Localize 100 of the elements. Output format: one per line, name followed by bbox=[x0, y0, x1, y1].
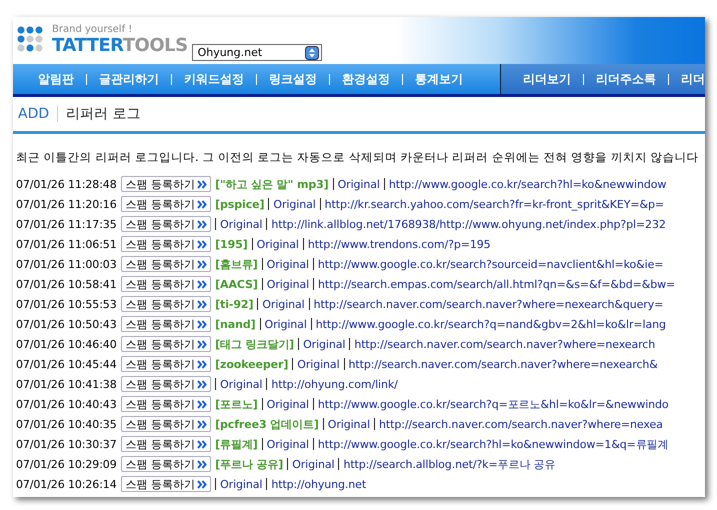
blog-select[interactable]: Ohyung.net bbox=[192, 44, 322, 61]
referrer-url-link[interactable]: http://www.trendons.com/?p=195 bbox=[308, 238, 491, 250]
spam-register-button[interactable]: 스팸 등록하기 bbox=[120, 396, 212, 412]
referrer-url-link[interactable]: http://kr.search.yahoo.com/search?fr=kr-front_sprit&KEY=&p= bbox=[324, 198, 664, 210]
original-link[interactable]: Original bbox=[292, 458, 334, 470]
referrer-url-link[interactable]: http://search.naver.com/search.naver?where=nexearch&query= bbox=[314, 298, 664, 310]
referrer-url-link[interactable]: http://search.naver.com/search.naver?where=nexea bbox=[379, 418, 663, 430]
double-chevron-icon bbox=[197, 200, 208, 208]
spam-register-button[interactable]: 스팸 등록하기 bbox=[120, 316, 212, 332]
original-link[interactable]: Original bbox=[262, 298, 305, 310]
double-chevron-icon bbox=[197, 220, 208, 228]
nav-link[interactable]: 리더주소록 bbox=[596, 70, 656, 88]
page-title: 리퍼러 로그 bbox=[65, 105, 141, 123]
double-chevron-icon bbox=[197, 460, 208, 468]
logo-dots-icon bbox=[17, 26, 45, 54]
double-chevron-icon bbox=[197, 400, 208, 408]
referrer-url-link[interactable]: http://www.google.co.kr/search?q=포르노&hl=ko&lr=&newwindo bbox=[318, 396, 669, 412]
search-keyword: [pcfree3 업데이트] bbox=[215, 416, 319, 432]
double-chevron-icon bbox=[197, 420, 208, 428]
original-link[interactable]: Original bbox=[266, 278, 310, 290]
original-link[interactable]: Original bbox=[220, 478, 262, 490]
log-time: 07/01/26 10:50:43 bbox=[16, 318, 117, 330]
spam-register-button[interactable]: 스팸 등록하기 bbox=[120, 356, 212, 372]
referrer-url-link[interactable]: http://search.naver.com/search.naver?where=nexearch& bbox=[348, 358, 658, 370]
original-link[interactable]: Original bbox=[220, 218, 262, 230]
log-time: 07/01/26 11:17:35 bbox=[16, 218, 117, 230]
spam-register-button[interactable]: 스팸 등록하기 bbox=[120, 456, 212, 472]
double-chevron-icon bbox=[197, 280, 208, 288]
referrer-url-link[interactable]: http://search.allblog.net/?k=푸르나 공유 bbox=[343, 456, 556, 472]
search-keyword: [zookeeper] bbox=[215, 358, 288, 370]
log-time: 07/01/26 10:45:44 bbox=[16, 358, 117, 370]
spam-register-button[interactable]: 스팸 등록하기 bbox=[120, 336, 212, 352]
original-link[interactable]: Original bbox=[338, 178, 380, 190]
nav-link[interactable]: 리더보기 bbox=[523, 70, 571, 88]
log-time: 07/01/26 10:26:14 bbox=[16, 478, 117, 490]
spam-register-button[interactable]: 스팸 등록하기 bbox=[120, 296, 212, 312]
search-keyword: [195] bbox=[215, 238, 248, 250]
referrer-url-link[interactable]: http://link.allblog.net/1768938/http://www.ohyung.net/index.php?pl=232 bbox=[271, 218, 666, 230]
log-time: 07/01/26 11:20:16 bbox=[16, 198, 117, 210]
dropdown-arrows-icon bbox=[304, 46, 319, 60]
search-keyword: [홈브류] bbox=[215, 256, 258, 272]
logo-text: TATTER bbox=[52, 35, 123, 56]
log-time: 07/01/26 10:30:37 bbox=[16, 438, 117, 450]
original-link[interactable]: Original bbox=[273, 198, 316, 210]
log-time: 07/01/26 10:29:09 bbox=[16, 458, 117, 470]
referrer-url-link[interactable]: http://ohyung.net bbox=[271, 478, 366, 490]
original-link[interactable]: Original bbox=[328, 418, 370, 430]
nav-link[interactable]: 리더 bbox=[681, 70, 705, 88]
double-chevron-icon bbox=[197, 480, 208, 488]
original-link[interactable]: Original bbox=[220, 378, 262, 390]
search-keyword: [포르노] bbox=[215, 396, 258, 412]
spam-register-button[interactable]: 스팸 등록하기 bbox=[120, 196, 212, 212]
original-link[interactable]: Original bbox=[264, 318, 307, 330]
referrer-url-link[interactable]: http://search.naver.com/search.naver?where=nexearch bbox=[354, 338, 656, 350]
spam-register-button[interactable]: 스팸 등록하기 bbox=[120, 276, 212, 292]
original-link[interactable]: Original bbox=[297, 358, 340, 370]
search-keyword: ["하고 싶은 말" mp3] bbox=[215, 176, 329, 192]
logo-text: TOOLS bbox=[122, 35, 188, 56]
log-time: 07/01/26 10:41:38 bbox=[16, 378, 117, 390]
spam-register-button[interactable]: 스팸 등록하기 bbox=[120, 256, 212, 272]
referrer-url-link[interactable]: http://www.google.co.kr/search?sourceid=navclient&hl=ko&ie= bbox=[318, 258, 664, 270]
log-time: 07/01/26 11:28:48 bbox=[16, 178, 117, 190]
double-chevron-icon bbox=[197, 180, 208, 188]
description-text: 최근 이틀간의 리퍼러 로그입니다. 그 이전의 로그는 자동으로 삭제되며 카운터나 리퍼러 순위에는 전혀 영향을 끼치지 않습니다 bbox=[16, 150, 700, 165]
spam-register-button[interactable]: 스팸 등록하기 bbox=[120, 216, 212, 232]
section-label: ADD bbox=[18, 106, 58, 122]
spam-register-button[interactable]: 스팸 등록하기 bbox=[120, 436, 212, 452]
search-keyword: [ti-92] bbox=[215, 298, 254, 310]
double-chevron-icon bbox=[197, 240, 208, 248]
log-time: 07/01/26 10:46:40 bbox=[16, 338, 117, 350]
double-chevron-icon bbox=[197, 380, 208, 388]
original-link[interactable]: Original bbox=[303, 338, 346, 350]
spam-register-button[interactable]: 스팸 등록하기 bbox=[120, 376, 212, 392]
referrer-url-link[interactable]: http://www.google.co.kr/search?hl=ko&newwindow=1&q=류필계 bbox=[318, 436, 668, 452]
log-time: 07/01/26 10:40:35 bbox=[16, 418, 117, 430]
referrer-url-link[interactable]: http://www.google.co.kr/search?hl=ko&newwindow bbox=[388, 178, 666, 190]
double-chevron-icon bbox=[197, 320, 208, 328]
original-link[interactable]: Original bbox=[266, 398, 309, 410]
search-keyword: [푸르나 공유] bbox=[215, 456, 284, 472]
spam-register-button[interactable]: 스팸 등록하기 bbox=[120, 236, 212, 252]
log-time: 07/01/26 10:55:53 bbox=[16, 298, 117, 310]
log-time: 07/01/26 11:00:03 bbox=[16, 258, 117, 270]
referrer-url-link[interactable]: http://search.empas.com/search/all.html?qn=&s=&f=&bd=&bw= bbox=[318, 278, 676, 290]
spam-register-button[interactable]: 스팸 등록하기 bbox=[120, 416, 212, 432]
referrer-url-link[interactable]: http://www.google.co.kr/search?q=nand&gbv=2&hl=ko&lr=lang bbox=[316, 318, 666, 330]
spam-register-button[interactable]: 스팸 등록하기 bbox=[120, 176, 212, 192]
search-keyword: [AACS] bbox=[215, 278, 258, 290]
spam-register-button[interactable]: 스팸 등록하기 bbox=[120, 476, 212, 492]
logo-tagline: Brand yourself ! bbox=[52, 24, 134, 36]
referrer-url-link[interactable]: http://ohyung.com/link/ bbox=[271, 378, 398, 390]
double-chevron-icon bbox=[197, 260, 208, 268]
double-chevron-icon bbox=[197, 340, 208, 348]
search-keyword: [태그 링크달기] bbox=[215, 336, 294, 352]
double-chevron-icon bbox=[197, 360, 208, 368]
log-time: 07/01/26 10:58:41 bbox=[16, 278, 117, 290]
search-keyword: [류필계] bbox=[215, 436, 258, 452]
original-link[interactable]: Original bbox=[266, 258, 309, 270]
original-link[interactable]: Original bbox=[266, 438, 309, 450]
search-keyword: [pspice] bbox=[215, 198, 264, 210]
original-link[interactable]: Original bbox=[256, 238, 299, 250]
